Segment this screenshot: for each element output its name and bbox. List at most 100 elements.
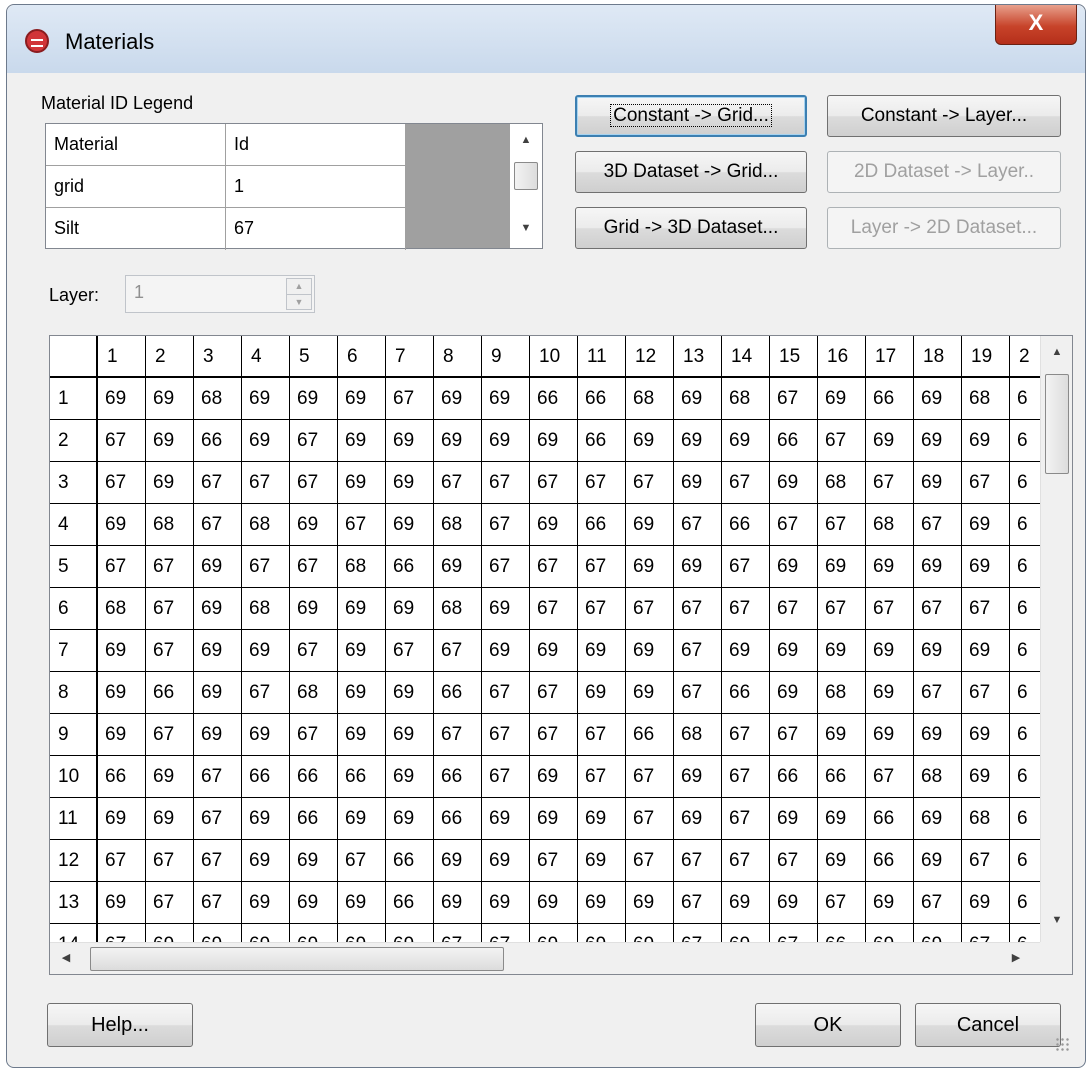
grid-cell[interactable]: 66 <box>242 756 290 798</box>
help-button[interactable]: Help... <box>47 1003 193 1047</box>
grid-column-header[interactable]: 16 <box>818 336 866 378</box>
grid-cell[interactable]: 69 <box>530 756 578 798</box>
grid-cell[interactable]: 67 <box>818 504 866 546</box>
grid-cell[interactable]: 66 <box>386 840 434 882</box>
grid-cell[interactable]: 6 <box>1010 462 1040 504</box>
grid-cell[interactable]: 67 <box>290 546 338 588</box>
grid-column-header[interactable]: 5 <box>290 336 338 378</box>
scroll-down-icon[interactable]: ▼ <box>1041 914 1072 926</box>
grid-cell[interactable]: 67 <box>434 462 482 504</box>
grid-cell[interactable]: 69 <box>626 672 674 714</box>
grid-cell[interactable]: 67 <box>674 672 722 714</box>
grid-cell[interactable]: 66 <box>434 672 482 714</box>
grid-column-header[interactable]: 10 <box>530 336 578 378</box>
grid-cell[interactable]: 69 <box>194 924 242 942</box>
grid-cell[interactable]: 69 <box>626 630 674 672</box>
grid-cell[interactable]: 69 <box>914 378 962 420</box>
grid-cell[interactable]: 69 <box>482 798 530 840</box>
grid-cell[interactable]: 69 <box>386 756 434 798</box>
grid-cell[interactable]: 67 <box>770 714 818 756</box>
grid-cell[interactable]: 69 <box>482 588 530 630</box>
grid-cell[interactable]: 67 <box>194 840 242 882</box>
grid-cell[interactable]: 6 <box>1010 504 1040 546</box>
grid-cell[interactable]: 68 <box>338 546 386 588</box>
grid-cell[interactable]: 6 <box>1010 798 1040 840</box>
grid-cell[interactable]: 67 <box>914 588 962 630</box>
grid-cell[interactable]: 67 <box>434 924 482 942</box>
grid-cell[interactable]: 69 <box>626 420 674 462</box>
grid-cell[interactable]: 67 <box>98 420 146 462</box>
grid-cell[interactable]: 6 <box>1010 546 1040 588</box>
grid-cell[interactable]: 69 <box>98 882 146 924</box>
grid-cell[interactable]: 67 <box>338 840 386 882</box>
grid-cell[interactable]: 67 <box>146 588 194 630</box>
grid-cell[interactable]: 69 <box>722 882 770 924</box>
grid-column-header[interactable]: 8 <box>434 336 482 378</box>
grid-cell[interactable]: 67 <box>194 504 242 546</box>
grid-cell[interactable]: 69 <box>818 798 866 840</box>
grid-cell[interactable]: 67 <box>530 462 578 504</box>
spin-up-icon[interactable]: ▲ <box>287 279 311 294</box>
grid-cell[interactable]: 68 <box>818 462 866 504</box>
grid-cell[interactable]: 6 <box>1010 882 1040 924</box>
grid-cell[interactable]: 69 <box>578 924 626 942</box>
material-legend-table[interactable]: Material Id grid 1 Silt 67 ▲ ▼ <box>45 123 543 250</box>
legend-cell-id[interactable]: 1 <box>226 166 406 208</box>
grid-cell[interactable]: 67 <box>674 924 722 942</box>
grid-cell[interactable]: 69 <box>866 924 914 942</box>
grid-cell[interactable]: 66 <box>530 378 578 420</box>
grid-column-header[interactable]: 17 <box>866 336 914 378</box>
grid-cell[interactable]: 67 <box>770 504 818 546</box>
grid-cell[interactable]: 68 <box>674 714 722 756</box>
grid-cell[interactable]: 67 <box>866 462 914 504</box>
grid-cell[interactable]: 66 <box>434 756 482 798</box>
grid-cell[interactable]: 67 <box>530 714 578 756</box>
grid-row-header[interactable]: 12 <box>50 840 98 882</box>
grid-horizontal-scrollbar[interactable]: ◀ ▶ <box>50 942 1040 974</box>
grid-cell[interactable]: 68 <box>146 504 194 546</box>
grid-cell[interactable]: 69 <box>866 420 914 462</box>
grid-cell[interactable]: 69 <box>770 630 818 672</box>
grid-cell[interactable]: 6 <box>1010 714 1040 756</box>
grid-cell[interactable]: 68 <box>914 756 962 798</box>
grid-cell[interactable]: 69 <box>530 882 578 924</box>
grid-cell[interactable]: 69 <box>434 420 482 462</box>
grid-cell[interactable]: 66 <box>146 672 194 714</box>
grid-cell[interactable]: 69 <box>818 378 866 420</box>
grid-cell[interactable]: 67 <box>722 546 770 588</box>
grid-cell[interactable]: 69 <box>962 882 1010 924</box>
grid-cell[interactable]: 67 <box>674 840 722 882</box>
legend-cell-id[interactable]: 67 <box>226 208 406 250</box>
grid-cell[interactable]: 67 <box>866 588 914 630</box>
grid-cell[interactable]: 67 <box>194 798 242 840</box>
grid-cell[interactable]: 69 <box>146 924 194 942</box>
grid-cell[interactable]: 67 <box>290 420 338 462</box>
layer-spinbox[interactable]: 1 ▲ ▼ <box>125 275 315 313</box>
grid-cell[interactable]: 6 <box>1010 756 1040 798</box>
grid-cell[interactable]: 67 <box>146 546 194 588</box>
scroll-left-icon[interactable]: ◀ <box>58 951 74 964</box>
grid-cell[interactable]: 69 <box>770 546 818 588</box>
grid-cell[interactable]: 66 <box>578 378 626 420</box>
grid-cell[interactable]: 69 <box>98 672 146 714</box>
grid-cell[interactable]: 69 <box>914 462 962 504</box>
grid-row-header[interactable]: 6 <box>50 588 98 630</box>
grid-cell[interactable]: 68 <box>818 672 866 714</box>
grid-cell[interactable]: 66 <box>866 840 914 882</box>
grid-cell[interactable]: 69 <box>866 882 914 924</box>
grid-cell[interactable]: 69 <box>146 798 194 840</box>
grid-cell[interactable]: 67 <box>98 924 146 942</box>
grid-cell[interactable]: 69 <box>914 798 962 840</box>
grid-cell[interactable]: 66 <box>866 798 914 840</box>
grid-column-header[interactable]: 12 <box>626 336 674 378</box>
grid-cell[interactable]: 69 <box>914 630 962 672</box>
grid-cell[interactable]: 69 <box>962 420 1010 462</box>
grid-cell[interactable]: 67 <box>770 378 818 420</box>
grid-cell[interactable]: 67 <box>146 882 194 924</box>
grid-cell[interactable]: 67 <box>482 756 530 798</box>
grid-cell[interactable]: 69 <box>722 924 770 942</box>
grid-cell[interactable]: 6 <box>1010 378 1040 420</box>
grid-cell[interactable]: 69 <box>434 546 482 588</box>
grid-cell[interactable]: 69 <box>290 924 338 942</box>
grid-column-header[interactable]: 9 <box>482 336 530 378</box>
